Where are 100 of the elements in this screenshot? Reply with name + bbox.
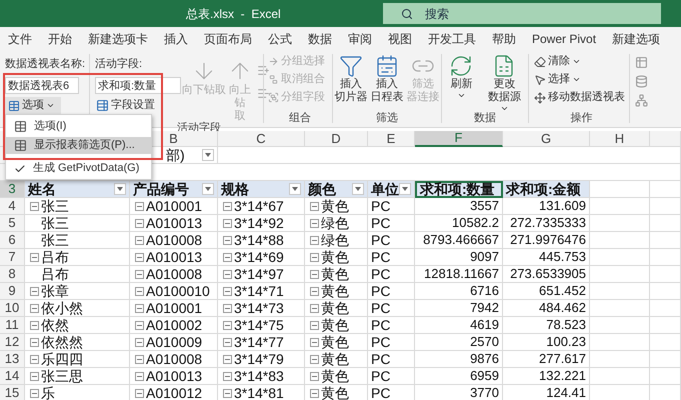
- field-settings-button[interactable]: 字段设置: [95, 97, 181, 114]
- collapse-icon[interactable]: [310, 218, 319, 228]
- collapse-icon[interactable]: [310, 388, 319, 398]
- filter-dropdown-button[interactable]: [202, 183, 214, 195]
- network-icon[interactable]: [635, 94, 648, 107]
- header-cell[interactable]: 求和项:金额: [503, 181, 590, 198]
- row-header[interactable]: 7: [0, 249, 25, 266]
- ribbon-tab[interactable]: 帮助: [492, 30, 516, 48]
- ribbon-tab[interactable]: 新建选项: [612, 30, 660, 48]
- collapse-icon[interactable]: [223, 252, 232, 262]
- ribbon-tab[interactable]: 开发工具: [428, 30, 476, 48]
- filter-dropdown-button[interactable]: [114, 183, 126, 195]
- pivot-name-field[interactable]: 数据透视表6: [5, 77, 79, 94]
- collapse-icon[interactable]: [30, 320, 39, 330]
- collapse-icon[interactable]: [223, 270, 232, 278]
- filter-dropdown-button[interactable]: [352, 183, 364, 195]
- ribbon-tab[interactable]: 插入: [164, 30, 188, 48]
- collapse-icon[interactable]: [310, 320, 319, 330]
- ribbon-tab[interactable]: 页面布局: [204, 30, 252, 48]
- collapse-icon[interactable]: [135, 236, 144, 244]
- collapse-icon[interactable]: [310, 236, 319, 244]
- filter-dropdown-button[interactable]: [399, 183, 411, 195]
- ribbon-tab[interactable]: 文件: [8, 30, 32, 48]
- column-header[interactable]: E: [368, 131, 415, 147]
- collapse-icon[interactable]: [135, 270, 144, 278]
- collapse-icon[interactable]: [310, 202, 319, 210]
- column-header[interactable]: H: [590, 131, 650, 147]
- row-header[interactable]: 13: [0, 351, 25, 368]
- header-cell[interactable]: 姓名: [25, 181, 130, 198]
- ribbon-tab[interactable]: 审阅: [348, 30, 372, 48]
- column-header[interactable]: G: [503, 131, 590, 147]
- collapse-icon[interactable]: [310, 304, 319, 312]
- collapse-icon[interactable]: [30, 388, 39, 398]
- filter-command-button[interactable]: 插入 切片器: [334, 54, 368, 104]
- menu-item[interactable]: 生成 GetPivotData(G): [6, 160, 151, 177]
- collapse-icon[interactable]: [135, 202, 144, 210]
- action-command-button[interactable]: 移动数据透视表: [534, 90, 629, 105]
- ribbon-tab[interactable]: 新建选项卡: [88, 30, 148, 48]
- active-field-field[interactable]: 求和项:数量: [95, 77, 181, 94]
- row-header[interactable]: 10: [0, 300, 25, 317]
- action-command-button[interactable]: 清除: [534, 54, 629, 69]
- filter-dropdown-button[interactable]: [289, 183, 301, 195]
- collapse-icon[interactable]: [30, 372, 39, 380]
- collapse-icon[interactable]: [223, 338, 232, 346]
- ribbon-tab[interactable]: 公式: [268, 30, 292, 48]
- search-field[interactable]: 搜索: [383, 3, 661, 24]
- collapse-icon[interactable]: [30, 338, 39, 346]
- header-cell[interactable]: 规格: [218, 181, 305, 198]
- collapse-icon[interactable]: [223, 218, 232, 228]
- collapse-icon[interactable]: [310, 252, 319, 262]
- collapse-icon[interactable]: [310, 338, 319, 346]
- menu-item[interactable]: 显示报表筛选页(P)...: [6, 137, 151, 154]
- row-header[interactable]: 5: [0, 215, 25, 232]
- row-header[interactable]: 15: [0, 385, 25, 400]
- collapse-icon[interactable]: [135, 320, 144, 330]
- collapse-icon[interactable]: [30, 304, 39, 312]
- collapse-icon[interactable]: [135, 304, 144, 312]
- collapse-icon[interactable]: [223, 354, 232, 364]
- collapse-icon[interactable]: [135, 372, 144, 380]
- table-icon[interactable]: [635, 56, 648, 69]
- header-cell[interactable]: 颜色: [305, 181, 368, 198]
- collapse-field-icon[interactable]: [257, 87, 270, 100]
- collapse-icon[interactable]: [310, 354, 319, 364]
- collapse-icon[interactable]: [223, 320, 232, 330]
- collapse-icon[interactable]: [30, 354, 39, 364]
- collapse-icon[interactable]: [223, 388, 232, 398]
- collapse-icon[interactable]: [135, 252, 144, 262]
- collapse-icon[interactable]: [135, 218, 144, 228]
- ribbon-tab[interactable]: 开始: [48, 30, 72, 48]
- row-header[interactable]: 3: [0, 181, 25, 198]
- row-header[interactable]: 14: [0, 368, 25, 385]
- collapse-icon[interactable]: [135, 286, 144, 296]
- row-header[interactable]: 4: [0, 198, 25, 215]
- collapse-icon[interactable]: [223, 372, 232, 380]
- ribbon-tab[interactable]: Power Pivot: [532, 30, 596, 48]
- collapse-icon[interactable]: [310, 372, 319, 380]
- row-header[interactable]: 11: [0, 317, 25, 334]
- options-button[interactable]: 选项: [5, 97, 61, 114]
- row-header[interactable]: 12: [0, 334, 25, 351]
- data-command-button[interactable]: 更改 数据源: [488, 54, 521, 113]
- ribbon-tab[interactable]: 视图: [388, 30, 412, 48]
- collapse-icon[interactable]: [30, 202, 39, 210]
- row-header[interactable]: 9: [0, 283, 25, 300]
- filter-command-button[interactable]: 插入 日程表: [370, 54, 404, 104]
- collapse-icon[interactable]: [223, 304, 232, 312]
- collapse-icon[interactable]: [30, 252, 39, 262]
- collapse-icon[interactable]: [135, 338, 144, 346]
- filter-dropdown-button[interactable]: [202, 149, 214, 161]
- collapse-icon[interactable]: [223, 236, 232, 244]
- collapse-icon[interactable]: [135, 354, 144, 364]
- header-cell[interactable]: 单位: [368, 181, 415, 198]
- expand-field-icon[interactable]: [257, 64, 270, 77]
- header-cell[interactable]: 产品编号: [130, 181, 218, 198]
- collapse-icon[interactable]: [223, 286, 232, 296]
- row-header[interactable]: 8: [0, 266, 25, 283]
- column-header[interactable]: D: [305, 131, 368, 147]
- data-command-button[interactable]: 刷新: [449, 54, 474, 113]
- collapse-icon[interactable]: [310, 270, 319, 278]
- action-command-button[interactable]: 选择: [534, 72, 629, 87]
- header-cell[interactable]: 求和项:数量: [415, 181, 503, 198]
